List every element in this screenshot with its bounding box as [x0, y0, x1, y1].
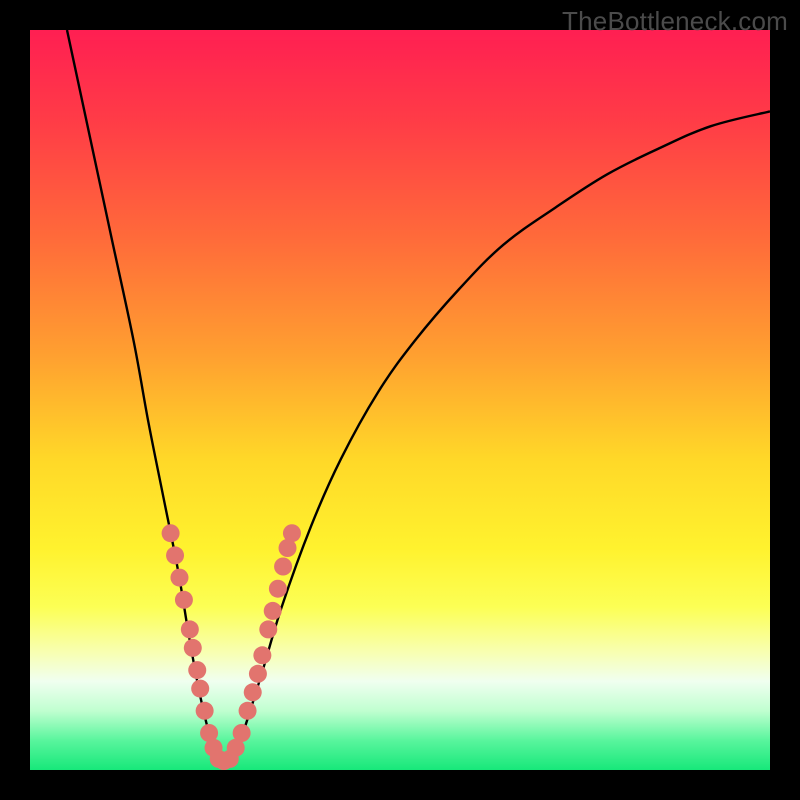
- data-marker: [175, 591, 193, 609]
- data-markers: [162, 524, 301, 770]
- data-marker: [264, 602, 282, 620]
- data-marker: [196, 702, 214, 720]
- data-marker: [283, 524, 301, 542]
- data-marker: [239, 702, 257, 720]
- data-marker: [181, 620, 199, 638]
- plot-area: [30, 30, 770, 770]
- data-marker: [249, 665, 267, 683]
- data-marker: [170, 569, 188, 587]
- data-marker: [269, 580, 287, 598]
- data-marker: [274, 558, 292, 576]
- data-marker: [259, 620, 277, 638]
- chart-frame: TheBottleneck.com: [0, 0, 800, 800]
- data-marker: [188, 661, 206, 679]
- data-marker: [233, 724, 251, 742]
- bottleneck-curve: [67, 30, 770, 763]
- data-marker: [253, 646, 271, 664]
- curve-layer: [30, 30, 770, 770]
- watermark-text: TheBottleneck.com: [562, 6, 788, 37]
- data-marker: [162, 524, 180, 542]
- data-marker: [244, 683, 262, 701]
- data-marker: [166, 546, 184, 564]
- data-marker: [184, 639, 202, 657]
- data-marker: [191, 680, 209, 698]
